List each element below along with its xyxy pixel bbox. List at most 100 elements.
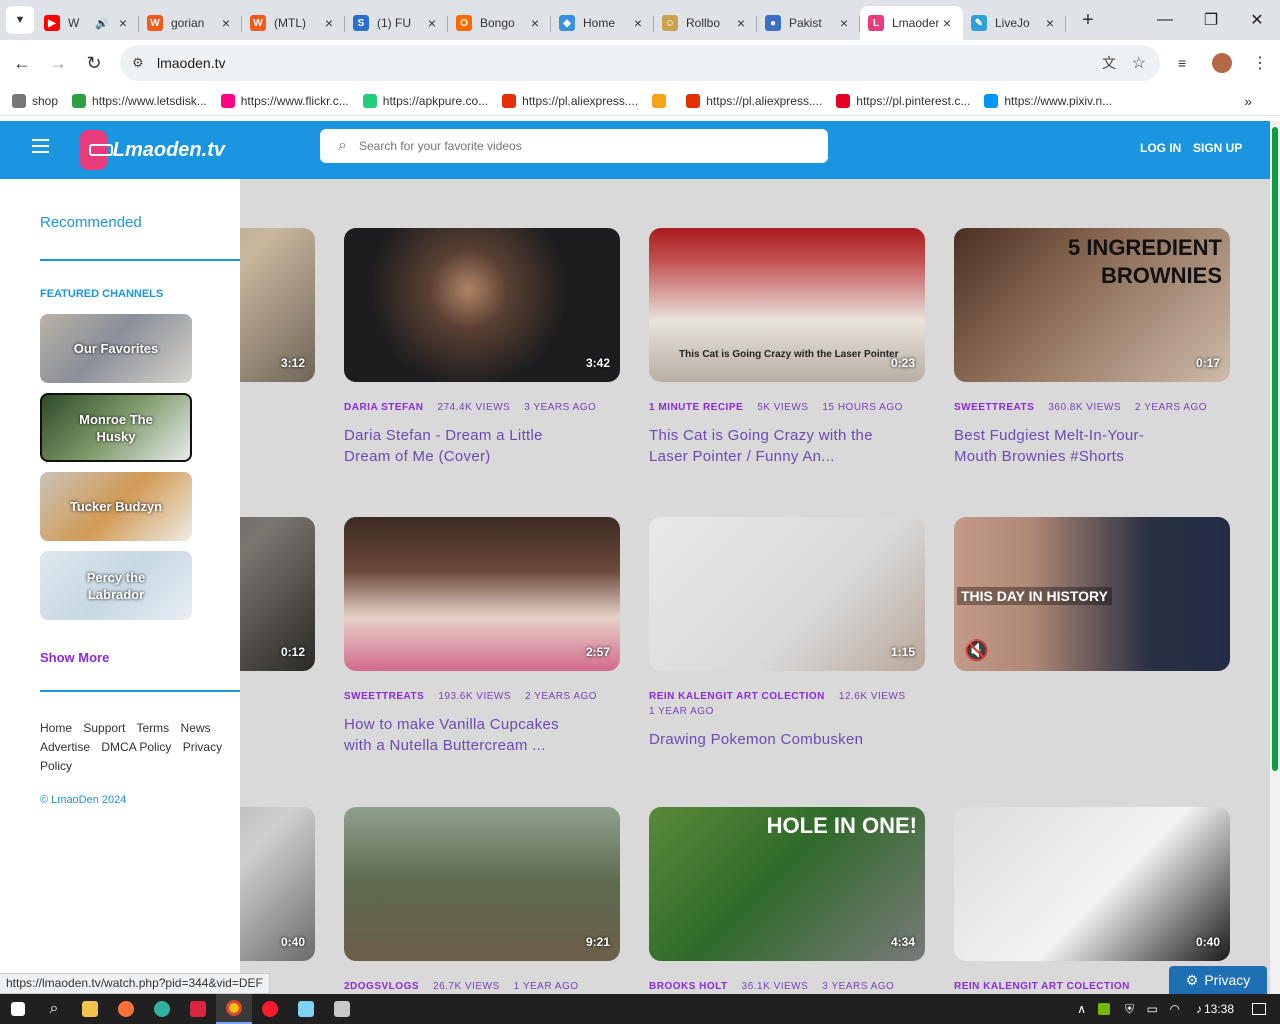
channel-name[interactable]: REIN KALENGIT ART COLECTION [954,979,1130,994]
channel-name[interactable]: DARIA STEFAN [344,400,424,415]
tray-network-icon[interactable]: ▭ [1147,1002,1158,1016]
tab-search-button[interactable]: ▼ [6,6,34,34]
video-card[interactable]: This Cat is Going Crazy with the Laser P… [649,228,925,467]
footer-link[interactable]: Home [40,721,72,735]
bookmark-item[interactable]: https://pl.pinterest.c... [836,93,970,108]
new-tab-button[interactable]: + [1074,9,1102,32]
back-button[interactable]: ← [4,53,40,74]
bookmark-item[interactable]: https://apkpure.co... [362,93,488,108]
video-thumbnail[interactable]: 2:57 [344,517,620,671]
browser-tab[interactable]: Wgorian × [139,6,242,40]
browser-tab[interactable]: ✎ LiveJo × [963,6,1066,40]
site-logo[interactable]: Lmaoden.tv [80,128,225,172]
windows-start-icon[interactable] [0,994,36,1024]
video-title[interactable]: Best Fudgiest Melt-In-Your-Mouth Brownie… [954,425,1184,467]
tray-overflow-icon[interactable]: ∧ [1077,1002,1086,1016]
close-tab-icon[interactable]: × [733,15,749,31]
footer-link[interactable]: Terms [137,721,170,735]
browser-tab[interactable]: W (MTL) × [242,6,345,40]
bookmark-item[interactable]: https://www.letsdisk... [72,93,207,108]
login-link[interactable]: LOG IN [1140,141,1181,155]
video-title[interactable]: Drawing Pokemon Combusken [649,729,879,750]
tray-nvidia-icon[interactable] [1098,1003,1110,1015]
minimize-button[interactable]: — [1142,0,1188,40]
speaker-icon[interactable]: 🔊 [95,17,109,30]
close-tab-icon[interactable]: × [115,15,131,31]
privacy-button[interactable]: ⚙ Privacy [1169,966,1267,994]
channel-name[interactable]: 1 MINUTE RECIPE [649,400,743,415]
scrollbar[interactable] [1270,121,1280,994]
browser-tab[interactable]: ☺ Rollbo × [654,6,757,40]
video-card[interactable]: 2:57 SWEETTREATS 193.6K VIEWS 2 YEARS AGO Ho… [344,517,620,756]
tray-security-icon[interactable]: ⛨ [1125,1002,1134,1017]
scrollbar-thumb[interactable] [1272,127,1278,771]
menu-icon[interactable] [32,139,49,153]
close-tab-icon[interactable]: × [321,15,337,31]
footer-link[interactable]: Advertise [40,740,90,754]
video-thumbnail[interactable]: 0:40 [954,807,1230,961]
translate-icon[interactable]: 文 [1102,53,1116,73]
video-card[interactable]: 1:15 REIN KALENGIT ART COLECTION 12.6K VIE… [649,517,925,750]
notepad-icon[interactable] [288,994,324,1024]
close-tab-icon[interactable]: × [424,15,440,31]
bookmark-item[interactable]: https://www.pixiv.n... [984,93,1112,108]
video-thumbnail[interactable]: 1:15 [649,517,925,671]
address-text[interactable]: lmaoden.tv [157,55,225,71]
video-thumbnail[interactable]: 5 INGREDIENT BROWNIES 0:17 [954,228,1230,382]
file-explorer-icon[interactable] [72,994,108,1024]
bookmark-item[interactable] [652,93,672,108]
video-title[interactable]: This Cat is Going Crazy with the Laser P… [649,425,879,467]
browser-tab[interactable]: O Bongo × [448,6,551,40]
video-thumbnail[interactable]: This Cat is Going Crazy with the Laser P… [649,228,925,382]
video-thumbnail[interactable]: THIS DAY IN HISTORY 🔇 [954,517,1230,671]
channel-name[interactable]: SWEETTREATS [954,400,1034,415]
browser-tab[interactable]: S (1) FU × [345,6,448,40]
browser-tab[interactable]: ● Pakist × [757,6,860,40]
browser-tab[interactable]: ▶ W 🔊 × [36,6,139,40]
media-control-icon[interactable]: ≡ [1178,55,1186,71]
opera-icon[interactable] [252,994,288,1024]
channel-name[interactable]: 2DOGSVLOGS [344,979,419,994]
browser-tab[interactable]: ◆ Home × [551,6,654,40]
featured-channel-card[interactable]: Monroe The Husky [40,393,192,462]
channel-name[interactable]: SWEETTREATS [344,689,424,704]
video-thumbnail[interactable]: 3:42 [344,228,620,382]
close-tab-icon[interactable]: × [218,15,234,31]
footer-link[interactable]: News [181,721,211,735]
featured-channel-card[interactable]: Tucker Budzyn [40,472,192,541]
close-window-button[interactable]: ✕ [1234,0,1280,40]
video-card[interactable]: HOLE IN ONE! 4:34 BROOKS HOLT 36.1K VIEWS 3 … [649,807,925,994]
edge-icon[interactable] [144,994,180,1024]
bookmark-item[interactable]: https://pl.aliexpress.... [686,93,822,108]
tray-wifi-icon[interactable]: ◠ [1170,1002,1180,1016]
firefox-icon[interactable] [108,994,144,1024]
bookmark-item[interactable]: https://pl.aliexpress.... [502,93,638,108]
video-card[interactable]: 3:42 DARIA STEFAN 274.4K VIEWS 3 YEARS AGO D… [344,228,620,467]
bookmark-item[interactable]: https://www.flickr.c... [220,93,349,108]
featured-channel-card[interactable]: Percy the Labrador [40,551,192,620]
bookmark-item[interactable]: shop [12,93,58,108]
show-more-link[interactable]: Show More [40,650,109,665]
app-icon[interactable] [324,994,360,1024]
signup-link[interactable]: SIGN UP [1193,141,1242,155]
site-info-icon[interactable]: ⚙ [132,55,144,71]
close-tab-icon[interactable]: × [527,15,543,31]
video-card[interactable]: 9:21 2DOGSVLOGS 26.7K VIEWS 1 YEAR AGO [344,807,620,994]
video-card[interactable]: 5 INGREDIENT BROWNIES 0:17 SWEETTREATS 360.… [954,228,1230,467]
bookmark-star-icon[interactable]: ☆ [1132,53,1146,73]
footer-link[interactable]: Support [83,721,125,735]
video-thumbnail[interactable]: HOLE IN ONE! 4:34 [649,807,925,961]
close-tab-icon[interactable]: × [836,15,852,31]
search-input[interactable] [358,139,779,153]
video-title[interactable]: Daria Stefan - Dream a Little Dream of M… [344,425,574,467]
maximize-button[interactable]: ❐ [1188,0,1234,40]
browser-tab[interactable]: L Lmaoden × [860,6,963,40]
channel-name[interactable]: BROOKS HOLT [649,979,728,994]
tray-volume-icon[interactable]: ♪ [1196,1002,1202,1016]
channel-name[interactable]: REIN KALENGIT ART COLECTION [649,689,825,704]
taskbar-search-icon[interactable]: ⌕ [36,994,72,1024]
app-icon[interactable] [180,994,216,1024]
close-tab-icon[interactable]: × [630,15,646,31]
search-icon[interactable]: ⌕ [338,137,347,155]
recommended-link[interactable]: Recommended [40,214,142,231]
